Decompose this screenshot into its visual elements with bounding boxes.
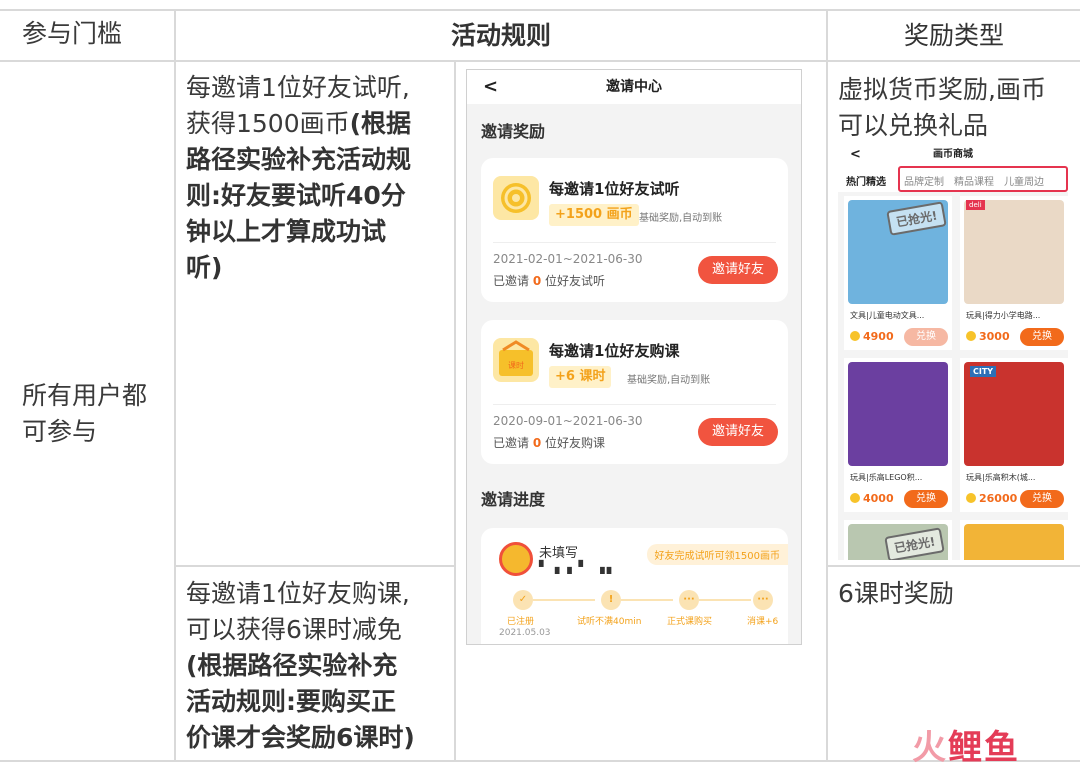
invite-header: < 邀请中心	[467, 70, 801, 104]
card-date: 2020-09-01~2021-06-30	[493, 414, 643, 428]
col-divider-1	[174, 9, 176, 761]
row-separator-right	[826, 565, 1080, 567]
product-price: 3000	[966, 330, 1010, 343]
product-name: 玩具|乐高积木(城...	[966, 473, 1036, 482]
nickname: 未填写	[539, 546, 579, 561]
header-rules: 活动规则	[450, 21, 551, 50]
invite-friend-button[interactable]: 邀请好友	[698, 418, 778, 446]
reward-note: 基础奖励,自动到账	[627, 375, 711, 386]
svg-text:课时: 课时	[508, 360, 524, 370]
back-icon[interactable]: <	[483, 70, 498, 104]
mall-tabs: 热门精选 品牌定制 精品课程 儿童周边	[838, 166, 1068, 192]
lesson-box-icon: 课时	[493, 338, 539, 382]
product-card[interactable]: 玩具|乐高LEGO积... 4000 兑换	[844, 358, 952, 512]
progress-tag: 好友完成试听可领1500画币	[646, 544, 788, 565]
back-icon[interactable]: <	[850, 142, 861, 168]
header-reward-type: 奖励类型	[903, 21, 1004, 50]
step-label: 消课+6	[747, 617, 779, 627]
redeem-button[interactable]: 兑换	[904, 490, 948, 508]
coin-icon	[850, 331, 860, 341]
card-status: 已邀请 0 位好友试听	[493, 274, 606, 288]
progress-card: 未填写 ▘▗ ▖▘ ▗▖ 好友完成试听可领1500画币 ✓ ! ··· ··· …	[481, 528, 788, 644]
redeem-button[interactable]: 兑换	[904, 328, 948, 346]
reward-tag: +1500 画币	[549, 204, 639, 226]
coin-mall-screenshot: < 画币商城 热门精选 品牌定制 精品课程 儿童周边 已抢光! 文具|儿童电动文…	[838, 142, 1068, 560]
row1-rule-text: 每邀请1位好友试听, 获得1500画币(根据 路径实验补充活动规 则:好友要试听…	[186, 73, 412, 282]
col-divider-3	[826, 9, 828, 761]
col-divider-2	[454, 60, 456, 761]
pending-icon: ···	[679, 590, 699, 610]
watermark-logo: 火鲤鱼	[912, 728, 1020, 768]
card-title: 每邀请1位好友购课	[549, 342, 680, 360]
coin-icon	[493, 176, 539, 220]
mall-header: < 画币商城	[838, 142, 1068, 168]
tab-hot[interactable]: 热门精选	[846, 173, 886, 188]
reward-card-purchase: 课时 每邀请1位好友购课 +6 课时 基础奖励,自动到账 2020-09-01~…	[481, 320, 788, 464]
step-line	[699, 599, 751, 601]
card-status: 已邀请 0 位好友购课	[493, 436, 606, 450]
coin-icon	[966, 331, 976, 341]
invite-friend-button[interactable]: 邀请好友	[698, 256, 778, 284]
brand-logo: deli	[966, 200, 985, 210]
row2-rule-text: 每邀请1位好友购课, 可以获得6课时减免 (根据路径实验补充 活动规则:要购买正…	[186, 579, 415, 752]
card-divider	[493, 404, 776, 405]
product-card[interactable]	[960, 520, 1068, 560]
threshold-value: 所有用户都 可参与	[22, 381, 148, 446]
reward-tag: +6 课时	[549, 366, 612, 388]
check-icon: ✓	[513, 590, 533, 610]
product-card[interactable]: deli 玩具|得力小学电路... 3000 兑换	[960, 196, 1068, 350]
product-price: 26000	[966, 492, 1017, 505]
card-divider	[493, 242, 776, 243]
product-name: 玩具|得力小学电路...	[966, 311, 1041, 320]
invite-title: 邀请中心	[606, 79, 662, 95]
section-invite-rewards: 邀请奖励	[481, 122, 546, 141]
product-image	[964, 362, 1064, 466]
header-bottom-border	[0, 60, 1080, 62]
product-name: 文具|儿童电动文具...	[850, 311, 925, 320]
product-card[interactable]: 已抢光!	[844, 520, 952, 560]
step-label: 已注册	[507, 617, 535, 627]
coin-icon	[850, 493, 860, 503]
coin-icon	[966, 493, 976, 503]
step-label: 试听不满40min	[577, 617, 642, 627]
step-line	[621, 599, 673, 601]
product-image	[964, 524, 1064, 560]
section-invite-progress: 邀请进度	[481, 490, 546, 509]
pending-icon: ···	[753, 590, 773, 610]
product-image	[848, 362, 948, 466]
reward-note: 基础奖励,自动到账	[639, 213, 723, 224]
invite-center-screenshot: < 邀请中心 邀请奖励 每邀请1位好友试听 +1500 画币 基础奖励,自动到账…	[466, 69, 802, 645]
masked-id: ▘▗ ▖▘ ▗▖	[539, 560, 618, 574]
table-top-border	[0, 9, 1080, 11]
product-name: 玩具|乐高LEGO积...	[850, 473, 923, 482]
row-separator	[174, 565, 456, 567]
redeem-button[interactable]: 兑换	[1020, 490, 1064, 508]
mall-title: 画币商城	[933, 149, 973, 160]
product-price: 4900	[850, 330, 894, 343]
brand-logo: CITY	[970, 366, 997, 377]
step-date: 2021.05.03	[499, 628, 551, 638]
avatar	[499, 542, 533, 576]
header-threshold: 参与门槛	[22, 19, 123, 48]
card-date: 2021-02-01~2021-06-30	[493, 252, 643, 266]
highlight-box	[898, 166, 1068, 192]
card-title: 每邀请1位好友试听	[549, 180, 680, 198]
reward-card-trial: 每邀请1位好友试听 +1500 画币 基础奖励,自动到账 2021-02-01~…	[481, 158, 788, 302]
step-label: 正式课购买	[667, 617, 713, 627]
product-card[interactable]: CITY 玩具|乐高积木(城... 26000 兑换	[960, 358, 1068, 512]
redeem-button[interactable]: 兑换	[1020, 328, 1064, 346]
step-line	[533, 599, 595, 601]
product-image	[964, 200, 1064, 304]
alert-icon: !	[601, 590, 621, 610]
row2-reward-text: 6课时奖励	[838, 579, 954, 608]
row1-reward-text: 虚拟货币奖励,画币 可以兑换礼品	[838, 75, 1046, 140]
product-price: 4000	[850, 492, 894, 505]
product-card[interactable]: 已抢光! 文具|儿童电动文具... 4900 兑换	[844, 196, 952, 350]
